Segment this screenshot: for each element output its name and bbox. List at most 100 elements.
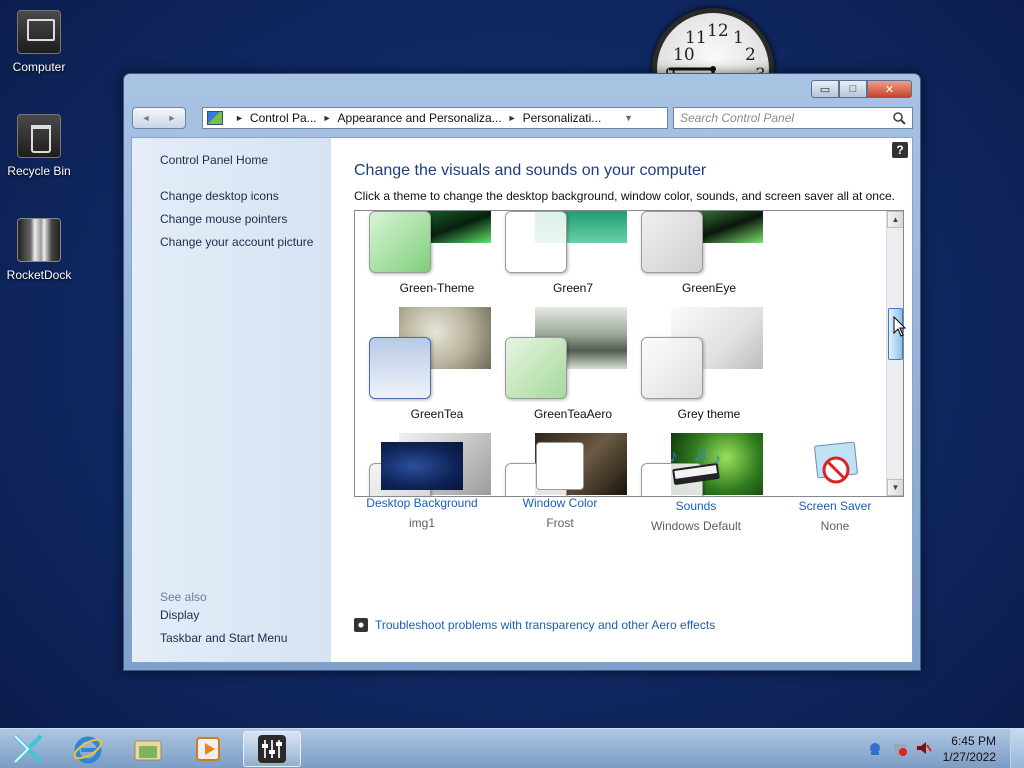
change-account-picture-link[interactable]: Change your account picture [160, 235, 313, 249]
option-label[interactable]: Screen Saver [767, 499, 903, 513]
theme-item[interactable]: Grey theme [641, 307, 777, 421]
troubleshoot-icon [354, 618, 368, 632]
network-icon[interactable] [868, 741, 882, 755]
theme-item[interactable]: GreenTeaAero [505, 307, 641, 421]
taskbar: 6:45 PM 1/27/2022 [0, 728, 1024, 768]
clock-date[interactable]: 1/27/2022 [943, 750, 996, 764]
desktop-icon-label: RocketDock [6, 268, 72, 282]
control-panel-icon [207, 111, 223, 125]
help-icon[interactable]: ? [892, 142, 908, 158]
breadcrumb-separator: ► [322, 113, 332, 123]
svg-text:♫: ♫ [693, 443, 708, 465]
close-button[interactable]: ✕ [867, 80, 912, 98]
desktop-icon-recycle-bin[interactable]: Recycle Bin [4, 114, 74, 178]
nav-buttons: ◄ ► [132, 107, 186, 129]
sounds-icon: ♪ ♫ ♪ [669, 443, 721, 485]
page-title: Change the visuals and sounds on your co… [354, 162, 707, 179]
see-also-label: See also [160, 590, 207, 604]
troubleshoot-label: Troubleshoot problems with transparency … [375, 618, 716, 632]
address-dropdown-icon[interactable]: ▼ [624, 113, 633, 123]
breadcrumb-separator: ► [235, 113, 244, 123]
change-desktop-icons-link[interactable]: Change desktop icons [160, 189, 279, 203]
start-icon [13, 734, 43, 764]
theme-item-selected[interactable]: GreenTea [369, 307, 505, 421]
control-panel-home-link[interactable]: Control Panel Home [160, 153, 268, 167]
theme-name: GreenTea [410, 407, 464, 421]
option-value: None [820, 519, 850, 533]
screen-saver-option[interactable]: Screen Saver None [767, 441, 903, 533]
option-label[interactable]: Desktop Background [354, 496, 490, 510]
theme-window-preview [641, 211, 703, 273]
action-center-icon[interactable] [892, 740, 908, 756]
option-value: Windows Default [650, 519, 742, 533]
window-color-option[interactable]: Window Color Frost [492, 442, 628, 530]
search-icon[interactable] [892, 111, 906, 125]
search-input[interactable]: Search Control Panel [673, 107, 913, 129]
theme-item[interactable]: GreenEye [641, 211, 777, 295]
internet-explorer-icon [73, 736, 103, 764]
desktop-icon-rocketdock[interactable]: RocketDock [4, 218, 74, 282]
theme-window-preview [505, 337, 567, 399]
option-label[interactable]: Sounds [628, 499, 764, 513]
show-desktop-button[interactable] [1010, 729, 1024, 768]
explorer-icon [134, 740, 162, 761]
desktop-background-icon [381, 442, 463, 490]
theme-name: Grey theme [677, 407, 741, 421]
clock-time[interactable]: 6:45 PM [951, 734, 996, 748]
display-link[interactable]: Display [160, 608, 199, 622]
sounds-option[interactable]: ♪ ♫ ♪ Sounds Windows Default [628, 442, 764, 533]
minimize-button[interactable]: ▭ [811, 80, 839, 98]
breadcrumb-personalization[interactable]: Personalizati... [523, 111, 602, 125]
option-value: Frost [546, 516, 574, 530]
theme-item[interactable]: Green7 [505, 211, 641, 295]
theme-window-preview [369, 211, 431, 273]
breadcrumb-separator: ► [507, 113, 517, 123]
window-content: Control Panel Home Change desktop icons … [131, 137, 913, 663]
taskbar-start-menu-link[interactable]: Taskbar and Start Menu [160, 631, 287, 645]
navigation-bar: ◄ ► ► Control Pa... ► Appearance and Per… [132, 106, 913, 130]
desktop-background-option[interactable]: Desktop Background img1 [354, 442, 490, 530]
desktop-icon-label: Computer [12, 60, 66, 74]
media-player-icon [196, 737, 220, 761]
theme-window-preview [369, 337, 431, 399]
mouse-cursor-icon [893, 316, 907, 337]
recycle-bin-icon [17, 114, 61, 158]
rocketdock-icon [17, 218, 61, 262]
start-button[interactable] [2, 731, 54, 767]
left-pane: Control Panel Home Change desktop icons … [132, 138, 331, 662]
window-color-icon [536, 442, 584, 490]
change-mouse-pointers-link[interactable]: Change mouse pointers [160, 212, 287, 226]
theme-name: GreenEye [681, 281, 737, 295]
search-placeholder: Search Control Panel [680, 111, 795, 125]
personalization-window: ▭ □ ✕ ◄ ► ► Control Pa... ► Appearance a… [123, 73, 921, 671]
option-label[interactable]: Window Color [492, 496, 628, 510]
address-bar[interactable]: ► Control Pa... ► Appearance and Persona… [202, 107, 726, 130]
window-controls: ▭ □ ✕ [811, 80, 912, 98]
back-button[interactable]: ◄ [133, 108, 159, 128]
desktop-icon-computer[interactable]: Computer [4, 10, 74, 74]
maximize-button[interactable]: □ [839, 80, 867, 98]
forward-button[interactable]: ► [159, 108, 185, 128]
taskbar-ie[interactable] [62, 731, 114, 767]
taskbar-media-player[interactable] [182, 731, 234, 767]
scroll-up-button[interactable]: ▲ [887, 211, 903, 228]
mixer-icon [258, 735, 286, 763]
theme-item[interactable]: Green-Theme [369, 211, 505, 295]
theme-window-preview [505, 211, 567, 273]
breadcrumb-control-panel[interactable]: Control Pa... [250, 111, 317, 125]
screen-saver-icon [814, 441, 858, 484]
system-tray: 6:45 PM 1/27/2022 [854, 729, 1024, 768]
computer-icon [17, 10, 61, 54]
theme-name: Green-Theme [399, 281, 475, 295]
taskbar-mixer[interactable] [243, 731, 301, 767]
theme-window-preview [641, 337, 703, 399]
theme-name: Green7 [552, 281, 594, 295]
breadcrumb-appearance[interactable]: Appearance and Personaliza... [338, 111, 502, 125]
taskbar-explorer[interactable] [122, 731, 174, 767]
main-pane: ? Change the visuals and sounds on your … [331, 138, 912, 662]
svg-text:♪: ♪ [669, 446, 678, 466]
volume-muted-icon[interactable] [916, 741, 932, 755]
desktop-icon-label: Recycle Bin [7, 164, 71, 178]
svg-text:♪: ♪ [713, 451, 721, 468]
troubleshoot-link[interactable]: Troubleshoot problems with transparency … [354, 618, 715, 632]
